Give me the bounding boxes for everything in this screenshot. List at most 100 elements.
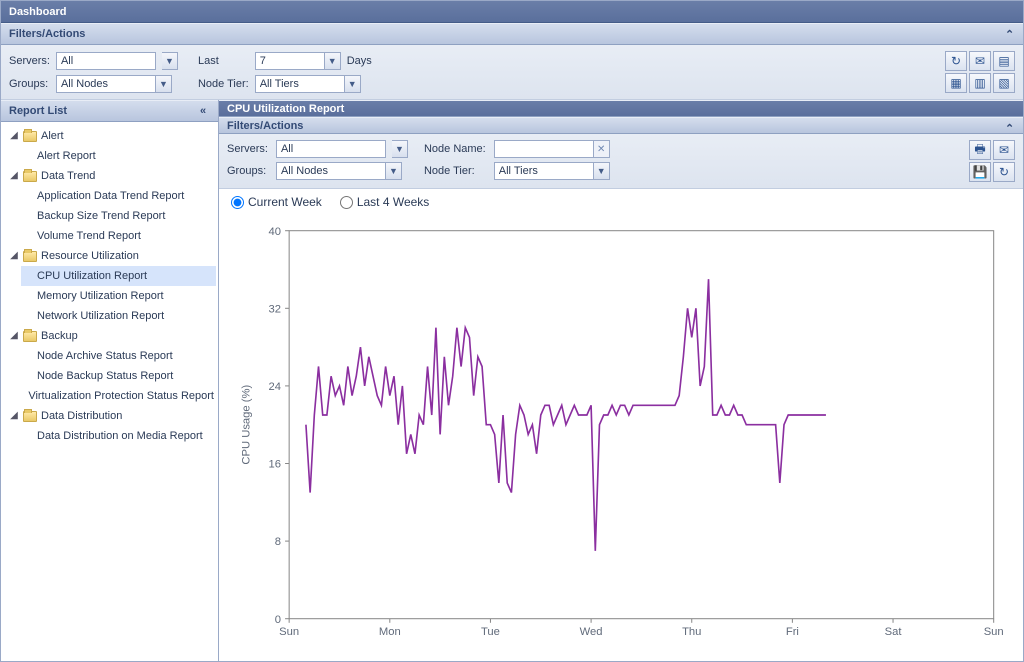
cpu-chart: 0816243240SunMonTueWedThuFriSatSunCPU Us…	[233, 219, 1009, 651]
tree-item-label: Network Utilization Report	[37, 307, 164, 325]
grid3-icon[interactable]: ▧	[993, 73, 1015, 93]
top-filters-panel: Servers: ▼ Groups: ▼ Last ▼ Days Node Ti	[1, 45, 1023, 100]
tree-item[interactable]: Backup Size Trend Report	[21, 206, 216, 226]
nodetier-label: Node Tier:	[198, 78, 249, 90]
tree-folder[interactable]: ◢ Backup	[7, 326, 216, 346]
tree-item-label: Application Data Trend Report	[37, 187, 184, 205]
tree-item-label: Node Backup Status Report	[37, 367, 173, 385]
clear-icon[interactable]: ✕	[594, 140, 610, 158]
last-input[interactable]	[255, 52, 325, 70]
svg-text:Sun: Sun	[279, 626, 299, 638]
tree-item[interactable]: Memory Utilization Report	[21, 286, 216, 306]
tree-folder[interactable]: ◢ Data Trend	[7, 166, 216, 186]
grid1-icon[interactable]: ▦	[945, 73, 967, 93]
groups-dropdown-icon[interactable]: ▼	[156, 75, 172, 93]
tree-item[interactable]: Data Distribution on Media Report	[21, 426, 216, 446]
tree-folder-label: Resource Utilization	[41, 247, 139, 265]
radio-current-week[interactable]: Current Week	[231, 195, 322, 209]
svg-text:Tue: Tue	[481, 626, 500, 638]
nodetier-dropdown-icon[interactable]: ▼	[345, 75, 361, 93]
tree-item-label: Node Archive Status Report	[37, 347, 173, 365]
report-list-title: Report List	[9, 105, 67, 117]
r-nodename-input[interactable]	[494, 140, 594, 158]
r-servers-input[interactable]	[276, 140, 386, 158]
tree-folder-label: Alert	[41, 127, 64, 145]
tree-item[interactable]: Virtualization Protection Status Report	[21, 386, 216, 406]
tree-item-label: Memory Utilization Report	[37, 287, 164, 305]
days-label: Days	[347, 55, 372, 67]
nodetier-input[interactable]	[255, 75, 345, 93]
report-filters-title: Filters/Actions	[227, 120, 303, 132]
servers-label: Servers:	[9, 55, 50, 67]
tree-folder[interactable]: ◢ Resource Utilization	[7, 246, 216, 266]
svg-text:32: 32	[269, 304, 281, 316]
chart-container: 0816243240SunMonTueWedThuFriSatSunCPU Us…	[219, 215, 1023, 661]
r-nodetier-input[interactable]	[494, 162, 594, 180]
tree-item[interactable]: CPU Utilization Report	[21, 266, 216, 286]
top-filters-header[interactable]: Filters/Actions ⌃	[1, 23, 1023, 45]
expand-icon[interactable]: ◢	[9, 247, 19, 265]
reload-icon[interactable]: ↻	[993, 162, 1015, 182]
email2-icon[interactable]: ✉	[993, 140, 1015, 160]
report-filters-collapse-icon[interactable]: ⌃	[1005, 122, 1017, 134]
expand-icon[interactable]: ◢	[9, 127, 19, 145]
r-groups-dropdown-icon[interactable]: ▼	[386, 162, 402, 180]
svg-text:16: 16	[269, 459, 281, 471]
expand-icon[interactable]: ◢	[9, 327, 19, 345]
radio-current-input[interactable]	[231, 196, 244, 209]
svg-text:0: 0	[275, 614, 281, 626]
tree-folder[interactable]: ◢Data Distribution	[7, 406, 216, 426]
folder-icon	[23, 131, 37, 142]
last-label: Last	[198, 55, 249, 67]
radio-last-4-weeks[interactable]: Last 4 Weeks	[340, 195, 429, 209]
report-filters-header[interactable]: Filters/Actions ⌃	[219, 117, 1023, 134]
report-list-header[interactable]: Report List «	[1, 100, 218, 122]
servers-dropdown-icon[interactable]: ▼	[162, 52, 178, 70]
r-servers-label: Servers:	[227, 143, 268, 155]
folder-icon	[23, 411, 37, 422]
grid2-icon[interactable]: ▥	[969, 73, 991, 93]
tree-folder-label: Data Trend	[41, 167, 95, 185]
tree-item-label: Alert Report	[37, 147, 96, 165]
top-filters-title: Filters/Actions	[9, 28, 85, 40]
tree-item[interactable]: Alert Report	[21, 146, 216, 166]
email-icon[interactable]: ✉	[969, 51, 991, 71]
r-servers-dropdown-icon[interactable]: ▼	[392, 140, 408, 158]
report-tree: ◢ Alert Alert Report ◢ Data Trend Application…	[1, 122, 218, 661]
refresh-icon[interactable]: ↻	[945, 51, 967, 71]
collapse-icon[interactable]: ⌃	[1005, 28, 1017, 40]
svg-text:40: 40	[269, 226, 281, 238]
r-nodetier-label: Node Tier:	[424, 165, 486, 177]
servers-input[interactable]	[56, 52, 156, 70]
tree-folder-label: Backup	[41, 327, 78, 345]
tree-item[interactable]: Application Data Trend Report	[21, 186, 216, 206]
tree-item-label: Data Distribution on Media Report	[37, 427, 203, 445]
tree-folder[interactable]: ◢ Alert	[7, 126, 216, 146]
r-groups-input[interactable]	[276, 162, 386, 180]
last-dropdown-icon[interactable]: ▼	[325, 52, 341, 70]
period-radios: Current Week Last 4 Weeks	[219, 189, 1023, 215]
save-icon[interactable]: 💾	[969, 162, 991, 182]
expand-icon[interactable]: ◢	[9, 407, 19, 425]
r-nodetier-dropdown-icon[interactable]: ▼	[594, 162, 610, 180]
radio-current-label: Current Week	[248, 195, 322, 209]
radio-last4-input[interactable]	[340, 196, 353, 209]
tree-item[interactable]: Network Utilization Report	[21, 306, 216, 326]
tree-item-label: Backup Size Trend Report	[37, 207, 165, 225]
radio-last4-label: Last 4 Weeks	[357, 195, 429, 209]
r-nodename-label: Node Name:	[424, 143, 486, 155]
tree-item[interactable]: Node Archive Status Report	[21, 346, 216, 366]
groups-input[interactable]	[56, 75, 156, 93]
chart-icon[interactable]: ▤	[993, 51, 1015, 71]
print-icon[interactable]: 🖶	[969, 140, 991, 160]
expand-icon[interactable]: ◢	[9, 167, 19, 185]
title-text: Dashboard	[9, 6, 66, 18]
tree-item[interactable]: Volume Trend Report	[21, 226, 216, 246]
svg-text:Sat: Sat	[885, 626, 903, 638]
tree-item[interactable]: Node Backup Status Report	[21, 366, 216, 386]
window-title: Dashboard	[1, 1, 1023, 23]
tree-item-label: Volume Trend Report	[37, 227, 141, 245]
sidebar-collapse-icon[interactable]: «	[200, 105, 212, 117]
svg-text:24: 24	[269, 381, 281, 393]
svg-text:Mon: Mon	[379, 626, 401, 638]
